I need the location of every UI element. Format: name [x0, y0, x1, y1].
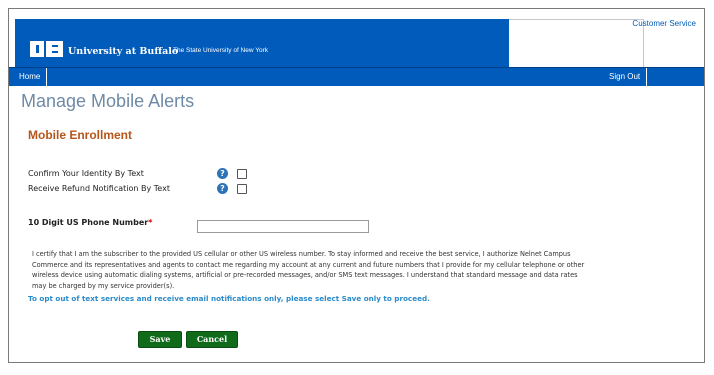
phone-label-text: 10 Digit US Phone Number	[28, 218, 149, 227]
option-refund-notification-label: Receive Refund Notification By Text	[28, 184, 170, 193]
refund-notification-checkbox[interactable]	[237, 184, 247, 194]
ub-logo-icon	[30, 41, 63, 57]
confirm-identity-checkbox[interactable]	[237, 169, 247, 179]
phone-number-label: 10 Digit US Phone Number*	[28, 218, 152, 227]
page-title: Manage Mobile Alerts	[21, 91, 195, 111]
question-circle-icon[interactable]: ?	[217, 168, 228, 179]
opt-out-notice: To opt out of text services and receive …	[28, 294, 430, 303]
page-frame: University at Buffalo The State Universi…	[8, 8, 705, 363]
cancel-button[interactable]: Cancel	[186, 331, 238, 348]
university-subtitle: The State University of New York	[173, 47, 269, 54]
section-title: Mobile Enrollment	[28, 128, 133, 142]
certification-text: I certify that I am the subscriber to th…	[32, 250, 585, 290]
phone-number-input[interactable]	[197, 220, 369, 233]
option-confirm-identity-label: Confirm Your Identity By Text	[28, 169, 144, 178]
required-marker: *	[148, 218, 153, 227]
nav-home-link[interactable]: Home	[13, 68, 48, 86]
university-name: University at Buffalo	[68, 46, 179, 57]
customer-service-link[interactable]: Customer Service	[632, 19, 696, 28]
header-banner: University at Buffalo The State Universi…	[15, 19, 509, 71]
nav-sign-out-link[interactable]: Sign Out	[603, 68, 648, 86]
header-right-box	[509, 19, 644, 71]
save-button[interactable]: Save	[138, 331, 182, 348]
nav-bar: Home Sign Out	[9, 67, 704, 86]
question-circle-icon[interactable]: ?	[217, 183, 228, 194]
